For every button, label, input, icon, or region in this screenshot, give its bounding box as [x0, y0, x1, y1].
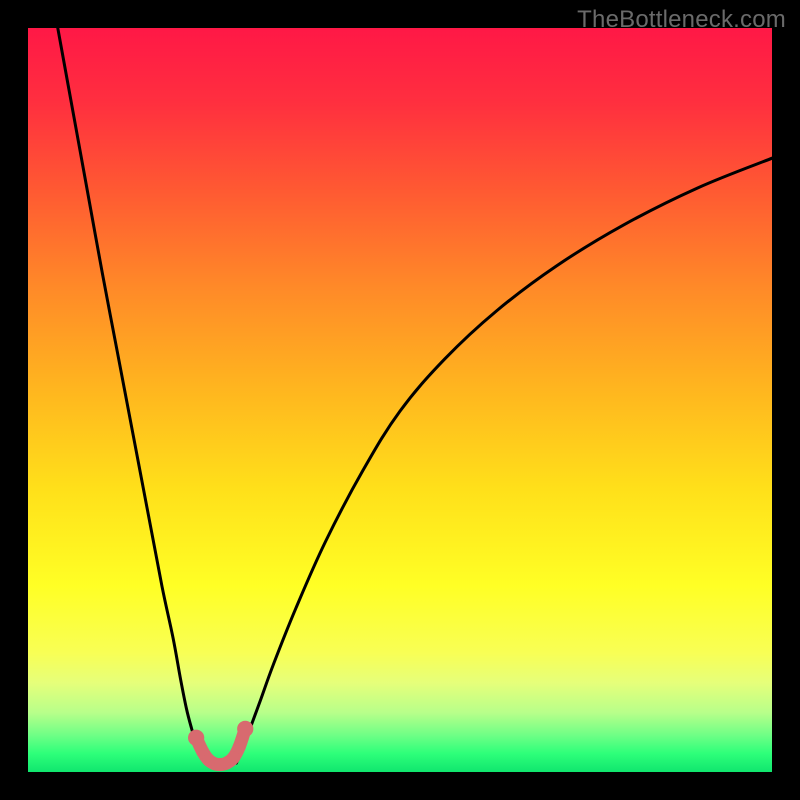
watermark-text: TheBottleneck.com: [577, 6, 786, 34]
data-bead: [227, 751, 240, 764]
chart-frame: TheBottleneck.com: [0, 0, 800, 800]
data-bead: [237, 721, 253, 737]
chart-canvas: [28, 28, 772, 772]
data-bead: [188, 730, 204, 746]
bottleneck-chart: [28, 28, 772, 772]
data-bead: [233, 740, 246, 753]
gradient-background: [28, 28, 772, 772]
